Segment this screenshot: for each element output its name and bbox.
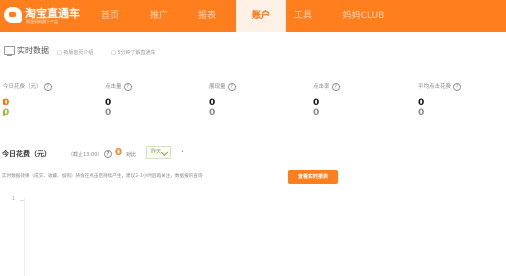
metric-value-impressions: 0 <box>209 98 216 108</box>
chevron-down-icon <box>160 148 169 157</box>
new-homepage-intro-link[interactable]: □ 新版首页介绍 <box>57 49 93 56</box>
y-axis-line <box>24 197 25 276</box>
question-icon[interactable]: ? <box>227 82 236 91</box>
nav-item-home[interactable]: 首页 <box>101 0 119 32</box>
nav-item-promotion[interactable]: 推广 <box>150 0 168 32</box>
realtime-data-title: 实时数据 <box>17 46 49 55</box>
logo-subtitle: 阿里妈妈旗下产品 <box>26 19 58 24</box>
compare-extra-marker: • <box>181 149 184 155</box>
metric-value-clicks: 0 <box>105 98 112 108</box>
metric-compare-clicks: 0 <box>105 108 112 118</box>
metric-label-ctr: 点击率? <box>313 82 340 91</box>
nav-item-account[interactable]: 账户 <box>236 0 286 32</box>
y-axis-tick-label: 1 <box>12 196 16 202</box>
question-icon[interactable]: ? <box>331 82 340 91</box>
view-realtime-report-button[interactable]: 查看实时报表 <box>288 170 338 184</box>
taobao-logo-icon <box>4 7 22 23</box>
question-icon[interactable]: ? <box>453 82 462 91</box>
realtime-notice-text: 实时数据效果（成交、收藏、加购）将会在点击后持续产生，建议2-3小时后再关注，数… <box>2 174 203 179</box>
spend-trend-chart: 1 <box>0 196 506 276</box>
metric-value-average-click-cost: 0 <box>418 98 425 108</box>
realtime-data-icon <box>4 46 15 56</box>
new-homepage-intro-label: 新版首页介绍 <box>63 50 94 56</box>
five-minute-intro-link[interactable]: □ 5分钟了解直通车 <box>111 49 156 56</box>
compare-label: 对比 <box>126 152 137 158</box>
metric-compare-today-spend: 0 <box>3 108 10 118</box>
nav-item-mama-club[interactable]: 妈妈CLUB <box>342 0 385 32</box>
today-spend-value: 0 <box>115 147 122 158</box>
metric-label-today-spend: 今日花费（元）? <box>3 82 52 91</box>
top-navigation-bar: 淘宝直通车 阿里妈妈旗下产品 首页 推广 报表 账户 工具 妈妈CLUB <box>0 0 506 32</box>
nav-item-report[interactable]: 报表 <box>198 0 216 32</box>
metric-label-clicks: 点击量? <box>105 82 132 91</box>
metric-label-impressions: 展现量? <box>209 82 236 91</box>
five-minute-intro-label: 5分钟了解直通车 <box>117 50 156 56</box>
metric-value-today-spend: 0 <box>3 98 10 108</box>
metric-compare-ctr: 0 <box>313 108 320 118</box>
taobao-zhitongche-logo[interactable]: 淘宝直通车 阿里妈妈旗下产品 <box>4 5 84 27</box>
metric-compare-impressions: 0 <box>209 108 216 118</box>
question-icon[interactable]: ? <box>43 82 52 91</box>
compare-date-select[interactable]: 昨天 <box>146 146 171 159</box>
question-icon[interactable]: ? <box>123 82 132 91</box>
metric-compare-average-click-cost: 0 <box>418 108 425 118</box>
spend-cutoff-time: （截止13:00） <box>68 152 103 158</box>
nav-item-tools[interactable]: 工具 <box>294 0 312 32</box>
metric-value-ctr: 0 <box>313 98 320 108</box>
today-spend-title: 今日花费（元） <box>2 150 51 158</box>
metric-label-average-click-cost: 平均点击花费? <box>418 82 462 91</box>
question-icon[interactable]: ? <box>104 150 112 158</box>
